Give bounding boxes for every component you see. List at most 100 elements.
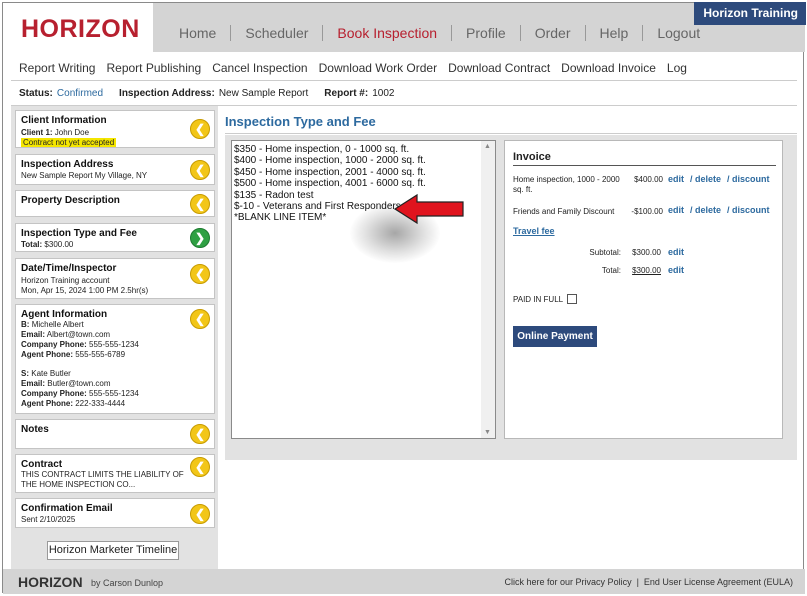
online-payment-button[interactable]: Online Payment [513, 326, 597, 347]
address-line: New Sample Report My Village, NY [21, 171, 148, 180]
card-agent-information[interactable]: Agent Information B: Michelle Albert Ema… [15, 304, 215, 414]
invoice-item-amount: -$100.00 [631, 207, 663, 216]
scroll-down-icon[interactable]: ▼ [484, 429, 491, 436]
nav-home[interactable]: Home [165, 25, 232, 41]
nav-order[interactable]: Order [521, 25, 586, 41]
buyer-agent-name: B: Michelle Albert [21, 320, 84, 329]
scrollbar[interactable]: ▲ ▼ [481, 141, 495, 438]
subnav-download-invoice[interactable]: Download Invoice [561, 61, 656, 75]
report-number-label: Report #: [324, 88, 369, 99]
subnav-log[interactable]: Log [667, 61, 687, 75]
subtotal-label: Subtotal: [589, 248, 621, 257]
pointer-arrow-icon [393, 193, 473, 225]
privacy-policy-link[interactable]: Click here for our Privacy Policy [505, 577, 632, 587]
card-contract[interactable]: Contract THIS CONTRACT LIMITS THE LIABIL… [15, 454, 215, 493]
invoice-item-desc: Friends and Family Discount [513, 207, 615, 216]
fee-total: Total: $300.00 [21, 240, 74, 249]
fee-option[interactable]: $400 - Home inspection, 1000 - 2000 sq. … [234, 155, 426, 166]
seller-agent-phone: Agent Phone: 222-333-4444 [21, 399, 126, 408]
card-notes[interactable]: Notes ❮ [15, 419, 215, 449]
nav-profile[interactable]: Profile [452, 25, 521, 41]
arrow-left-icon[interactable]: ❮ [190, 119, 210, 139]
card-inspection-address[interactable]: Inspection Address New Sample Report My … [15, 154, 215, 185]
arrow-left-icon[interactable]: ❮ [190, 160, 210, 180]
horizon-logo[interactable]: HORIZON [21, 15, 140, 44]
discount-link[interactable]: / discount [727, 174, 770, 184]
discount-link[interactable]: / discount [727, 205, 770, 215]
contract-warning: Contract not yet accepted [21, 138, 117, 147]
card-title: Confirmation Email [21, 503, 113, 514]
fee-option[interactable]: $350 - Home inspection, 0 - 1000 sq. ft. [234, 144, 426, 155]
status-label: Status: [19, 88, 53, 99]
delete-link[interactable]: / delete [690, 205, 721, 215]
status-value: Confirmed [56, 88, 104, 99]
nav-logout[interactable]: Logout [643, 25, 714, 41]
arrow-left-icon[interactable]: ❮ [190, 424, 210, 444]
seller-agent-name: S: Kate Butler [21, 369, 71, 378]
delete-link[interactable]: / delete [690, 174, 721, 184]
invoice-panel: Invoice Home inspection, 1000 - 2000 sq.… [504, 140, 783, 439]
main-nav: Home Scheduler Book Inspection Profile O… [165, 21, 714, 45]
buyer-agent-phone: Agent Phone: 555-555-6789 [21, 350, 126, 359]
card-inspection-type-fee[interactable]: Inspection Type and Fee Total: $300.00 ❯ [15, 223, 215, 252]
address-value: New Sample Report [218, 88, 309, 99]
card-title: Agent Information [21, 309, 108, 320]
footer-logo: HORIZON [18, 574, 83, 590]
subnav-download-contract[interactable]: Download Contract [448, 61, 550, 75]
nav-help[interactable]: Help [586, 25, 644, 41]
paid-in-full-label: PAID IN FULL [513, 294, 564, 304]
card-title: Client Information [21, 115, 107, 126]
paid-in-full-checkbox[interactable] [567, 294, 578, 304]
subnav-report-publishing[interactable]: Report Publishing [106, 61, 201, 75]
edit-link[interactable]: edit [668, 174, 684, 184]
nav-book-inspection[interactable]: Book Inspection [323, 25, 453, 41]
card-title: Date/Time/Inspector [21, 263, 117, 274]
subnav-download-work-order[interactable]: Download Work Order [319, 61, 438, 75]
scroll-up-icon[interactable]: ▲ [484, 143, 491, 150]
card-client-information[interactable]: Client Information Client 1: John Doe Co… [15, 110, 215, 148]
subnav-cancel-inspection[interactable]: Cancel Inspection [212, 61, 307, 75]
account-badge: Horizon Training [694, 2, 806, 25]
travel-fee-link[interactable]: Travel fee [513, 226, 555, 236]
card-title: Contract [21, 459, 63, 470]
address-label: Inspection Address: [119, 88, 215, 99]
status-row: Status: Confirmed Inspection Address: Ne… [19, 88, 394, 99]
nav-scheduler[interactable]: Scheduler [231, 25, 324, 41]
card-date-time-inspector[interactable]: Date/Time/Inspector Horizon Training acc… [15, 258, 215, 299]
fee-options-list[interactable]: $350 - Home inspection, 0 - 1000 sq. ft.… [231, 140, 496, 439]
arrow-left-icon[interactable]: ❮ [190, 194, 210, 214]
invoice-item-amount: $400.00 [634, 175, 663, 184]
subnav-report-writing[interactable]: Report Writing [19, 61, 95, 75]
footer-separator: | [636, 577, 639, 587]
divider [225, 133, 797, 134]
subtotal-edit-link[interactable]: edit [668, 247, 684, 257]
invoice-title: Invoice [513, 151, 551, 163]
footer-links: Click here for our Privacy Policy | End … [505, 577, 793, 587]
edit-link[interactable]: edit [668, 205, 684, 215]
sidebar: Client Information Client 1: John Doe Co… [11, 106, 218, 569]
arrow-left-icon[interactable]: ❮ [190, 264, 210, 284]
divider [11, 80, 797, 81]
arrow-right-icon[interactable]: ❯ [190, 228, 210, 248]
seller-agent-company-phone: Company Phone: 555-555-1234 [21, 389, 139, 398]
confirmation-line: Sent 2/10/2025 [21, 515, 76, 524]
subtotal-value: $300.00 [632, 248, 661, 257]
page-title: Inspection Type and Fee [225, 114, 376, 129]
fee-option[interactable]: $450 - Home inspection, 2001 - 4000 sq. … [234, 167, 426, 178]
paid-in-full-row: PAID IN FULL [513, 294, 578, 304]
fee-option[interactable]: $500 - Home inspection, 4001 - 6000 sq. … [234, 178, 426, 189]
eula-link[interactable]: End User License Agreement (EULA) [644, 577, 793, 587]
app-frame: HORIZON Home Scheduler Book Inspection P… [2, 2, 806, 594]
card-property-description[interactable]: Property Description ❮ [15, 190, 215, 217]
arrow-left-icon[interactable]: ❮ [190, 457, 210, 477]
buyer-agent-company-phone: Company Phone: 555-555-1234 [21, 340, 139, 349]
marketer-timeline-button[interactable]: Horizon Marketer Timeline [47, 541, 179, 560]
contract-line-2: THE HOME INSPECTION CO... [21, 480, 136, 489]
footer: HORIZON by Carson Dunlop Click here for … [3, 569, 805, 594]
top-bar: HORIZON Home Scheduler Book Inspection P… [3, 2, 806, 52]
card-title: Inspection Type and Fee [21, 228, 137, 239]
total-edit-link[interactable]: edit [668, 265, 684, 275]
arrow-left-icon[interactable]: ❮ [190, 309, 210, 329]
arrow-left-icon[interactable]: ❮ [190, 504, 210, 524]
card-confirmation-email[interactable]: Confirmation Email Sent 2/10/2025 ❮ [15, 498, 215, 528]
